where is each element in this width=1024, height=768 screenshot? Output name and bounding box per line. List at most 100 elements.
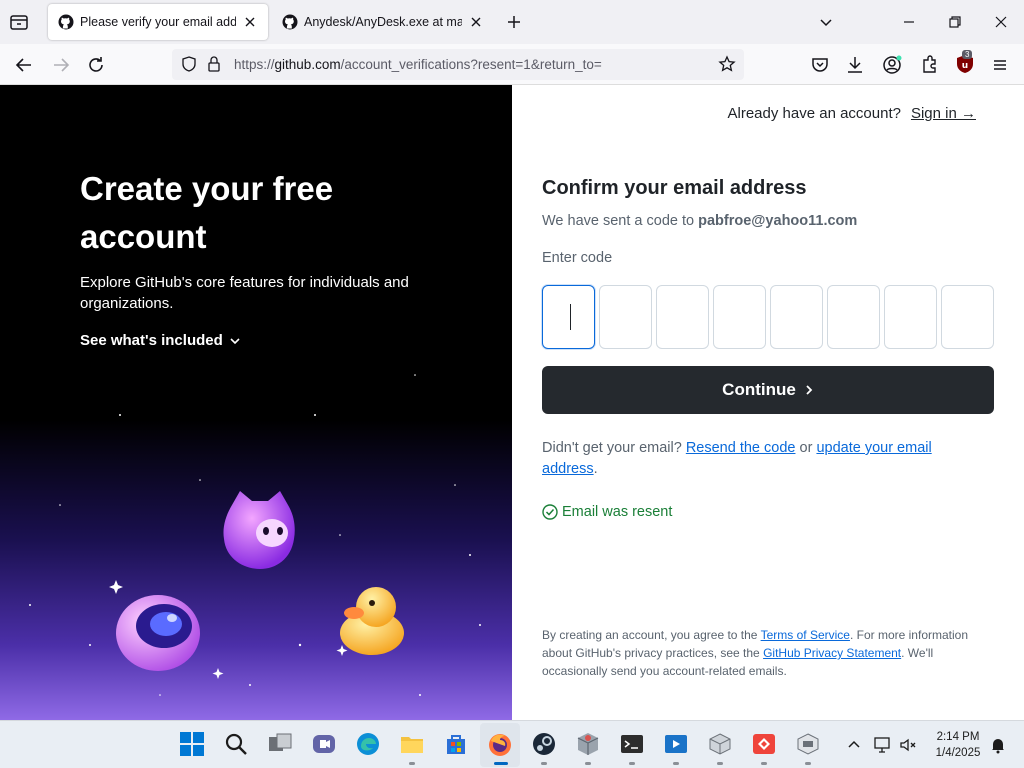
code-digit-input-1[interactable] bbox=[542, 285, 595, 349]
code-sent-prefix: We have sent a code to bbox=[542, 213, 695, 229]
close-tab-icon[interactable] bbox=[468, 14, 484, 30]
code-digit-input-5[interactable] bbox=[770, 285, 823, 349]
resend-help-text: Didn't get your email? Resend the code o… bbox=[542, 440, 932, 477]
code-digit-input-6[interactable] bbox=[827, 285, 880, 349]
extensions-icon[interactable] bbox=[918, 54, 940, 76]
running-indicator bbox=[629, 762, 635, 765]
octocat-mascot-icon bbox=[223, 491, 295, 569]
sign-in-link[interactable]: Sign in → bbox=[911, 105, 976, 122]
running-indicator bbox=[673, 762, 679, 765]
code-digit-input-2[interactable] bbox=[599, 285, 652, 349]
search-icon[interactable] bbox=[223, 731, 249, 757]
code-digit-input-4[interactable] bbox=[713, 285, 766, 349]
chevron-down-icon bbox=[230, 337, 240, 344]
url-text[interactable]: https://github.com/account_verifications… bbox=[234, 57, 602, 72]
virtual-machine-icon[interactable] bbox=[795, 731, 821, 757]
running-indicator bbox=[761, 762, 767, 765]
bookmark-star-icon[interactable] bbox=[718, 55, 736, 73]
close-tab-icon[interactable] bbox=[242, 14, 258, 30]
terminal-icon[interactable] bbox=[619, 731, 645, 757]
windows-start-icon[interactable] bbox=[179, 731, 205, 757]
url-bar[interactable]: https://github.com/account_verifications… bbox=[172, 49, 744, 80]
clock-date: 1/4/2025 bbox=[935, 747, 981, 759]
privacy-statement-link[interactable]: GitHub Privacy Statement bbox=[763, 646, 901, 660]
hero-title: Create your free account bbox=[80, 170, 334, 255]
sign-in-prompt: Already have an account? Sign in → bbox=[728, 105, 977, 122]
file-explorer-icon[interactable] bbox=[399, 731, 425, 757]
edge-icon[interactable] bbox=[355, 731, 381, 757]
forward-icon[interactable] bbox=[50, 54, 72, 76]
continue-button[interactable]: Continue bbox=[542, 366, 994, 414]
pocket-icon[interactable] bbox=[809, 54, 831, 76]
volume-muted-icon[interactable] bbox=[898, 735, 918, 755]
terms-of-service-link[interactable]: Terms of Service bbox=[761, 628, 850, 642]
downloads-icon[interactable] bbox=[844, 54, 866, 76]
have-account-text: Already have an account? bbox=[727, 105, 901, 122]
menu-icon[interactable] bbox=[989, 54, 1011, 76]
code-sent-text: We have sent a code to pabfroe@yahoo11.c… bbox=[542, 213, 857, 229]
page-title: Confirm your email address bbox=[542, 177, 807, 199]
shield-icon[interactable] bbox=[180, 55, 198, 73]
github-favicon-icon bbox=[282, 14, 298, 30]
ublock-extension[interactable]: u 3 bbox=[954, 50, 978, 77]
app-cube-icon[interactable] bbox=[575, 731, 601, 757]
tab-verify-email[interactable]: Please verify your email address bbox=[48, 4, 268, 40]
running-indicator bbox=[494, 762, 508, 765]
terms-part-1: By creating an account, you agree to the bbox=[542, 628, 758, 642]
running-indicator bbox=[805, 762, 811, 765]
close-window-icon[interactable] bbox=[991, 12, 1011, 32]
tab-title: Anydesk/AnyDesk.exe at main bbox=[304, 15, 462, 29]
virtualbox-icon[interactable] bbox=[707, 731, 733, 757]
clock-time: 2:14 PM bbox=[936, 731, 980, 743]
resend-code-link[interactable]: Resend the code bbox=[686, 440, 796, 456]
running-indicator bbox=[541, 762, 547, 765]
code-digit-input-3[interactable] bbox=[656, 285, 709, 349]
firefox-icon[interactable] bbox=[487, 731, 513, 757]
didnt-get-text: Didn't get your email? bbox=[542, 440, 682, 456]
minimize-icon[interactable] bbox=[899, 12, 919, 32]
hero-panel: Create your free account Explore GitHub'… bbox=[0, 85, 512, 720]
notifications-icon[interactable] bbox=[988, 735, 1008, 755]
running-indicator bbox=[585, 762, 591, 765]
back-icon[interactable] bbox=[13, 54, 35, 76]
lock-icon[interactable] bbox=[206, 55, 222, 73]
show-hidden-icons-icon[interactable] bbox=[846, 737, 862, 753]
email-address: pabfroe@yahoo11.com bbox=[698, 213, 858, 229]
account-icon[interactable] bbox=[881, 54, 903, 76]
tab-list-icon[interactable] bbox=[8, 11, 30, 33]
enter-code-label: Enter code bbox=[542, 250, 613, 266]
rubber-duck-mascot-icon bbox=[340, 587, 404, 655]
running-indicator bbox=[717, 762, 723, 765]
browser-tab-bar: Please verify your email address Anydesk… bbox=[0, 0, 1024, 44]
see-whats-included-button[interactable]: See what's included bbox=[80, 332, 241, 349]
browser-nav-bar: https://github.com/account_verifications… bbox=[0, 44, 1024, 85]
network-icon[interactable] bbox=[872, 735, 892, 755]
email-resent-status: Email was resent bbox=[542, 504, 672, 520]
tab-anydesk[interactable]: Anydesk/AnyDesk.exe at main bbox=[272, 4, 494, 40]
text-caret bbox=[570, 304, 571, 330]
new-tab-icon[interactable] bbox=[504, 12, 524, 32]
anydesk-icon[interactable] bbox=[751, 731, 777, 757]
meet-icon[interactable] bbox=[311, 731, 337, 757]
tab-title: Please verify your email address bbox=[80, 15, 236, 29]
extension-badge: 3 bbox=[962, 50, 973, 59]
system-clock[interactable]: 2:14 PM 1/4/2025 bbox=[926, 729, 990, 761]
verify-form-panel: Already have an account? Sign in → Confir… bbox=[512, 85, 1024, 720]
continue-label: Continue bbox=[722, 380, 796, 399]
task-view-icon[interactable] bbox=[267, 731, 293, 757]
code-digit-input-8[interactable] bbox=[941, 285, 994, 349]
see-whats-included-label: See what's included bbox=[80, 332, 223, 349]
svg-text:u: u bbox=[962, 61, 968, 71]
code-digit-input-7[interactable] bbox=[884, 285, 937, 349]
media-player-icon[interactable] bbox=[663, 731, 689, 757]
reload-icon[interactable] bbox=[85, 54, 107, 76]
list-all-tabs-icon[interactable] bbox=[816, 12, 836, 32]
check-circle-icon bbox=[542, 504, 558, 520]
github-favicon-icon bbox=[58, 14, 74, 30]
restore-icon[interactable] bbox=[945, 12, 965, 32]
hero-subtitle: Explore GitHub's core features for indiv… bbox=[80, 274, 409, 312]
steam-icon[interactable] bbox=[531, 731, 557, 757]
running-indicator bbox=[409, 762, 415, 765]
or-text: or bbox=[799, 440, 813, 456]
microsoft-store-icon[interactable] bbox=[443, 731, 469, 757]
